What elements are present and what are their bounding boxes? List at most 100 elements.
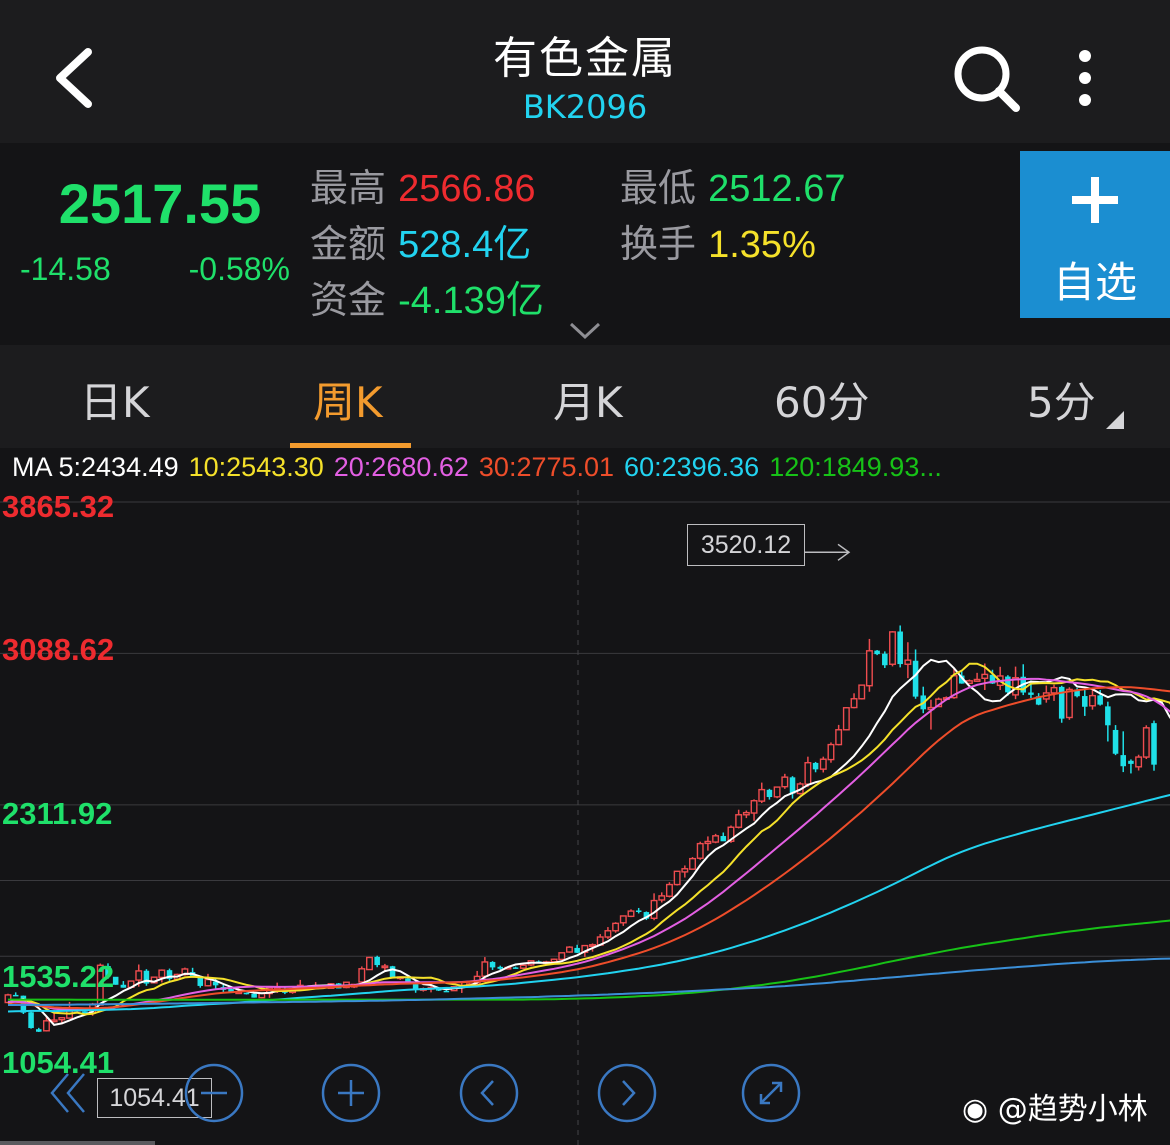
candle-body bbox=[758, 788, 766, 802]
candle-body bbox=[374, 956, 380, 966]
candle-body bbox=[904, 659, 912, 665]
candle-body bbox=[1105, 706, 1111, 726]
candle-body bbox=[742, 811, 750, 816]
ma120-value: 120:1849.93... bbox=[769, 452, 942, 482]
tab-weekly[interactable]: 周K bbox=[313, 369, 383, 430]
candle-body bbox=[1089, 694, 1096, 707]
candle-body bbox=[981, 673, 989, 680]
candle-body bbox=[565, 946, 573, 953]
stat-turnover-label: 换手 bbox=[620, 222, 697, 266]
tab-60min[interactable]: 60分 bbox=[774, 369, 869, 430]
y-tick-label: 3088.62 bbox=[2, 632, 115, 667]
candle-body bbox=[912, 660, 919, 697]
stat-high-value: 2566.86 bbox=[398, 168, 536, 210]
candle-body bbox=[842, 707, 850, 731]
chart-scrollbar[interactable] bbox=[0, 1141, 155, 1145]
candle-body bbox=[1120, 755, 1127, 767]
candle-body bbox=[650, 899, 658, 919]
candle-body bbox=[720, 836, 727, 842]
ma5-value: 5:2434.49 bbox=[58, 452, 179, 482]
ma-line-ma20 bbox=[8, 677, 1170, 1011]
add-watchlist-button[interactable]: 自选 bbox=[1020, 151, 1170, 318]
ma-line-ma120 bbox=[8, 919, 1170, 1001]
candle-body bbox=[781, 776, 789, 788]
more-vertical-icon[interactable] bbox=[1060, 42, 1110, 116]
double-chevron-left-icon[interactable] bbox=[40, 1062, 102, 1124]
candle-body bbox=[858, 684, 866, 700]
candle-body bbox=[627, 910, 635, 918]
candle-body bbox=[589, 944, 597, 948]
candle-body bbox=[358, 968, 366, 983]
plus-icon bbox=[1072, 177, 1118, 223]
ma-legend: MA 5:2434.49 10:2543.30 20:2680.62 30:2775.0… bbox=[12, 452, 952, 483]
candle-body bbox=[804, 762, 812, 785]
y-tick-label: 2311.92 bbox=[2, 796, 113, 831]
candle-body bbox=[481, 961, 489, 977]
last-price: 2517.55 bbox=[58, 172, 262, 235]
candle-body bbox=[35, 1029, 42, 1032]
candle-body bbox=[519, 964, 527, 969]
stat-amount-value: 528.4亿 bbox=[398, 224, 532, 266]
price-change: -14.58 bbox=[20, 251, 111, 287]
y-tick-label: 3865.32 bbox=[2, 489, 115, 524]
candle-body bbox=[1097, 695, 1103, 705]
zoom-out-icon[interactable] bbox=[183, 1062, 245, 1124]
price-change-pct: -0.58% bbox=[188, 251, 290, 287]
candle-body bbox=[1028, 692, 1034, 695]
candle-body bbox=[28, 1012, 34, 1029]
stat-fund: 资金 -4.139亿 bbox=[310, 269, 544, 324]
y-tick-label: 1535.22 bbox=[2, 959, 115, 994]
expand-chevron-icon[interactable] bbox=[568, 321, 602, 341]
period-tabs: 日K 周K 月K 60分 5分 bbox=[0, 345, 1170, 448]
stat-turnover-value: 1.35% bbox=[708, 224, 816, 266]
candle-body bbox=[1142, 727, 1150, 758]
next-icon[interactable] bbox=[596, 1062, 658, 1124]
active-tab-indicator bbox=[290, 443, 411, 448]
stat-amount: 金额 528.4亿 bbox=[310, 213, 531, 268]
candle-body bbox=[135, 970, 143, 981]
ma60-value: 60:2396.36 bbox=[624, 452, 760, 482]
candle-body bbox=[574, 947, 580, 953]
tab-daily[interactable]: 日K bbox=[80, 369, 150, 430]
search-icon[interactable] bbox=[950, 42, 1024, 116]
candle-body bbox=[12, 994, 19, 997]
candle-body bbox=[889, 631, 896, 665]
dropdown-triangle-icon bbox=[1106, 411, 1124, 429]
candle-body bbox=[1151, 723, 1157, 765]
kline-chart[interactable]: 3865.32 3088.62 2311.92 1535.22 1054.41 … bbox=[0, 489, 1170, 1145]
candle-body bbox=[812, 762, 819, 770]
candle-body bbox=[658, 895, 666, 901]
candle-body bbox=[158, 969, 166, 979]
zoom-in-icon[interactable] bbox=[320, 1062, 382, 1124]
ma30-value: 30:2775.01 bbox=[478, 452, 615, 482]
candle-body bbox=[1065, 688, 1073, 719]
candle-body bbox=[619, 915, 627, 924]
ma-prefix: MA bbox=[12, 452, 53, 482]
candle-body bbox=[635, 910, 642, 912]
candle-body bbox=[497, 966, 504, 969]
candle-body bbox=[204, 978, 212, 987]
tab-monthly[interactable]: 月K bbox=[553, 369, 623, 430]
prev-icon[interactable] bbox=[458, 1062, 520, 1124]
max-price-marker: 3520.12 bbox=[687, 524, 805, 566]
kline-svg bbox=[0, 490, 1170, 1145]
fullscreen-icon[interactable] bbox=[740, 1062, 802, 1124]
candle-body bbox=[665, 883, 673, 897]
candle-body bbox=[819, 758, 827, 770]
candle-body bbox=[750, 800, 758, 814]
candle-body bbox=[704, 840, 712, 845]
watermark: ◉ @趋势小林 bbox=[962, 1084, 1148, 1128]
candle-body bbox=[973, 678, 981, 682]
candle-body bbox=[850, 698, 858, 709]
tab-5min[interactable]: 5分 bbox=[1027, 369, 1096, 430]
stat-fund-value: -4.139亿 bbox=[398, 280, 544, 322]
candle-body bbox=[735, 814, 743, 828]
stat-low-value: 2512.67 bbox=[708, 168, 846, 210]
candle-body bbox=[766, 789, 773, 798]
stat-amount-label: 金额 bbox=[310, 222, 387, 266]
candle-body bbox=[366, 956, 373, 971]
candle-body bbox=[120, 984, 127, 988]
candle-body bbox=[1082, 696, 1088, 707]
candle-body bbox=[42, 1020, 50, 1032]
change-row: -14.58 -0.58% bbox=[20, 251, 290, 288]
